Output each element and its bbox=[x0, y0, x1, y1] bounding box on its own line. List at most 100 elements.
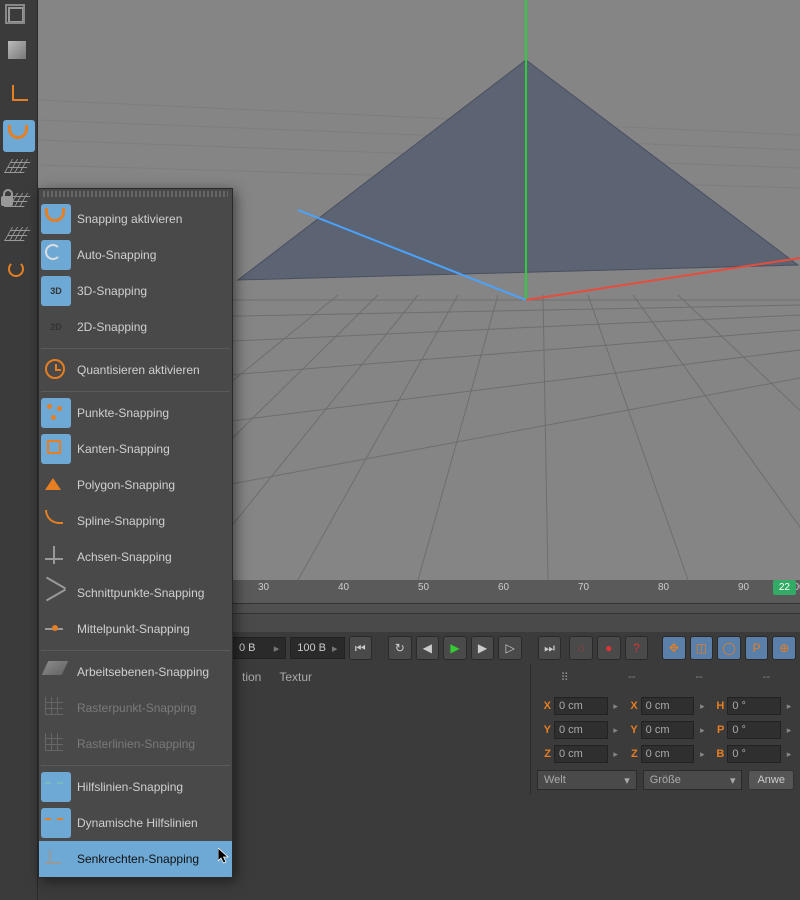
pos-label: Y bbox=[537, 724, 551, 736]
move-key-button[interactable]: ✥ bbox=[662, 636, 686, 660]
coord-mode-value: Größe bbox=[650, 774, 681, 786]
pyramid-mesh[interactable] bbox=[238, 60, 798, 280]
model-solid-button[interactable] bbox=[3, 36, 35, 68]
axis-icon bbox=[41, 542, 71, 572]
tick-label: 40 bbox=[338, 582, 349, 593]
snapping-button[interactable] bbox=[3, 120, 35, 152]
rot-label: H bbox=[710, 700, 724, 712]
coord-apply-button[interactable]: Anwe bbox=[748, 770, 794, 790]
snap-item-3d[interactable]: 3D3D-Snapping bbox=[39, 273, 232, 309]
snap-label-spline: Spline-Snapping bbox=[77, 514, 224, 528]
snap-label-quant: Quantisieren aktivieren bbox=[77, 363, 224, 377]
left-toolbar bbox=[0, 0, 38, 900]
points-icon bbox=[41, 398, 71, 428]
snap-item-2d[interactable]: 2D2D-Snapping bbox=[39, 309, 232, 345]
key-options-button[interactable]: ? bbox=[625, 636, 649, 660]
prev-frame-button[interactable]: ◀ bbox=[416, 636, 440, 660]
snap-item-quant[interactable]: Quantisieren aktivieren bbox=[39, 352, 232, 388]
snap-item-gridpt: Rasterpunkt-Snapping bbox=[39, 690, 232, 726]
tab-texture[interactable]: Textur bbox=[279, 670, 312, 684]
rotate-key-button[interactable]: ◯ bbox=[717, 636, 741, 660]
to-end-button[interactable]: ⏭ bbox=[538, 636, 562, 660]
pos-y-input[interactable]: 0 cm bbox=[554, 721, 608, 739]
tick-label: 50 bbox=[418, 582, 429, 593]
rot-p-input[interactable]: 0 ° bbox=[727, 721, 781, 739]
snap-item-spline[interactable]: Spline-Snapping bbox=[39, 503, 232, 539]
workplane-grid2-button[interactable] bbox=[3, 222, 35, 254]
edges-icon bbox=[41, 434, 71, 464]
next-key-button[interactable]: ▷ bbox=[498, 636, 522, 660]
coord-menu-icon[interactable]: ⠿ bbox=[531, 671, 598, 684]
snap-item-perp[interactable]: Senkrechten-Snapping bbox=[39, 841, 232, 877]
perp-icon bbox=[41, 844, 71, 874]
snap-label-enable: Snapping aktivieren bbox=[77, 212, 224, 226]
coord-row-y: Y0 cm▸Y0 cm▸P0 °▸ bbox=[537, 718, 794, 742]
size-x-input[interactable]: 0 cm bbox=[641, 697, 695, 715]
frame-start-input[interactable]: 0 B▸ bbox=[232, 637, 286, 659]
snap-item-mid[interactable]: Mittelpunkt-Snapping bbox=[39, 611, 232, 647]
rot-h-input[interactable]: 0 ° bbox=[727, 697, 781, 715]
snap-item-points[interactable]: Punkte-Snapping bbox=[39, 395, 232, 431]
snap-item-polys[interactable]: Polygon-Snapping bbox=[39, 467, 232, 503]
snapping-menu: Snapping aktivieren Auto-Snapping3D3D-Sna… bbox=[38, 188, 233, 878]
3d-icon: 3D bbox=[41, 276, 71, 306]
snap-item-enable[interactable]: Snapping aktivieren bbox=[39, 201, 232, 237]
coord-panel: X0 cm▸X0 cm▸H0 °▸Y0 cm▸Y0 cm▸P0 °▸Z0 cm▸… bbox=[530, 690, 800, 794]
to-start-button[interactable]: ⏮ bbox=[349, 636, 373, 660]
frame-end-input[interactable]: 100 B▸ bbox=[290, 637, 344, 659]
snap-label-perp: Senkrechten-Snapping bbox=[77, 852, 224, 866]
snap-label-mid: Mittelpunkt-Snapping bbox=[77, 622, 224, 636]
guide-icon bbox=[41, 772, 71, 802]
record-button[interactable]: ● bbox=[597, 636, 621, 660]
dyn-icon bbox=[41, 808, 71, 838]
model-wire-button[interactable] bbox=[3, 2, 35, 34]
frame-start-value: 0 B bbox=[239, 642, 256, 654]
tab-animation[interactable]: tion bbox=[242, 670, 261, 684]
autokey-button[interactable]: ◌ bbox=[569, 636, 593, 660]
snap-item-axis[interactable]: Achsen-Snapping bbox=[39, 539, 232, 575]
axis-button[interactable] bbox=[3, 78, 35, 110]
coord-apply-label: Anwe bbox=[757, 774, 785, 786]
snap-item-dyn[interactable]: Dynamische Hilfslinien bbox=[39, 805, 232, 841]
scale-key-button[interactable]: ◫ bbox=[690, 636, 714, 660]
size-label: Z bbox=[624, 748, 638, 760]
tick-label: 60 bbox=[498, 582, 509, 593]
snap-label-dyn: Dynamische Hilfslinien bbox=[77, 816, 224, 830]
snap-item-edges[interactable]: Kanten-Snapping bbox=[39, 431, 232, 467]
workplane-grid-button[interactable] bbox=[3, 154, 35, 186]
snap-label-gridpt: Rasterpunkt-Snapping bbox=[77, 701, 224, 715]
size-y-input[interactable]: 0 cm bbox=[641, 721, 695, 739]
tick-label: 90 bbox=[738, 582, 749, 593]
next-frame-button[interactable]: ▶ bbox=[471, 636, 495, 660]
size-z-input[interactable]: 0 cm bbox=[641, 745, 695, 763]
pla-key-button[interactable]: ⊕ bbox=[772, 636, 796, 660]
snap-item-auto[interactable]: Auto-Snapping bbox=[39, 237, 232, 273]
play-button[interactable]: ▶ bbox=[443, 636, 467, 660]
pos-z-input[interactable]: 0 cm bbox=[554, 745, 608, 763]
coord-space-select[interactable]: Welt▾ bbox=[537, 770, 637, 790]
polys-icon bbox=[41, 470, 71, 500]
coord-mode-select[interactable]: Größe▾ bbox=[643, 770, 743, 790]
snap-label-2d: 2D-Snapping bbox=[77, 320, 224, 334]
snap-item-guide[interactable]: Hilfslinien-Snapping bbox=[39, 769, 232, 805]
spline-icon bbox=[41, 506, 71, 536]
snap-item-wplane[interactable]: Arbeitsebenen-Snapping bbox=[39, 654, 232, 690]
workplane-rotate-button[interactable] bbox=[3, 256, 35, 288]
pos-label: X bbox=[537, 700, 551, 712]
param-key-button[interactable]: P bbox=[745, 636, 769, 660]
pos-x-input[interactable]: 0 cm bbox=[554, 697, 608, 715]
workplane-lock-button[interactable] bbox=[3, 188, 35, 220]
rot-b-input[interactable]: 0 ° bbox=[727, 745, 781, 763]
loop-button[interactable]: ↻ bbox=[388, 636, 412, 660]
size-label: X bbox=[624, 700, 638, 712]
timeline-end-frame[interactable]: 22 bbox=[773, 580, 796, 595]
menu-grip[interactable] bbox=[43, 191, 228, 197]
gridpt-icon bbox=[41, 693, 71, 723]
snap-label-polys: Polygon-Snapping bbox=[77, 478, 224, 492]
coord-space-value: Welt bbox=[544, 774, 566, 786]
snap-label-edges: Kanten-Snapping bbox=[77, 442, 224, 456]
snap-item-inter[interactable]: Schnittpunkte-Snapping bbox=[39, 575, 232, 611]
quant-icon bbox=[41, 355, 71, 385]
inter-icon bbox=[41, 578, 71, 608]
tick-label: 80 bbox=[658, 582, 669, 593]
